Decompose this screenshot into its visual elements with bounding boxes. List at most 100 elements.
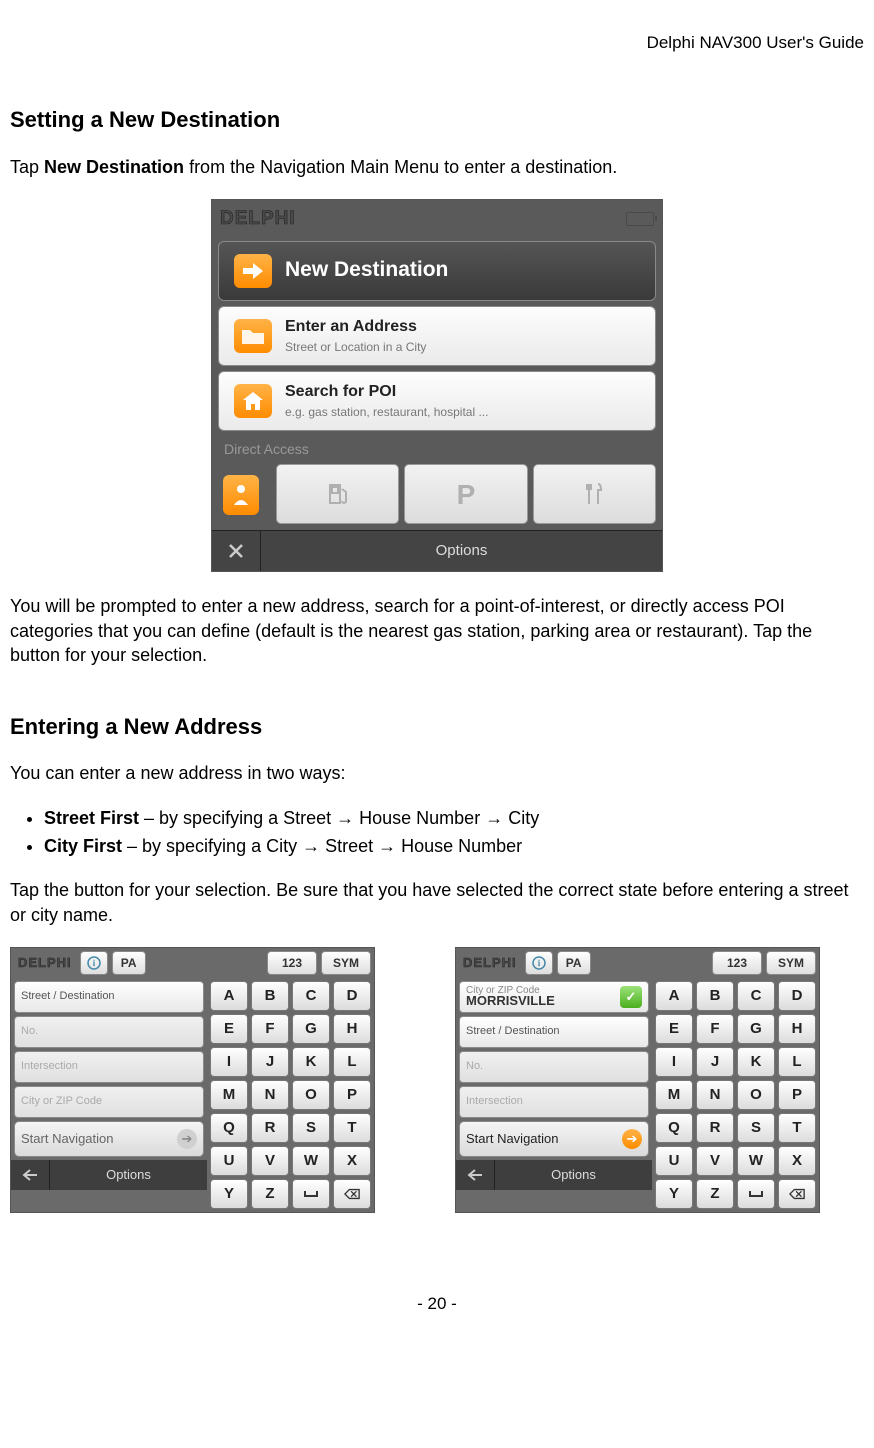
field-label: City or ZIP Code <box>466 984 540 998</box>
key-z[interactable]: Z <box>696 1179 734 1209</box>
key-z[interactable]: Z <box>251 1179 289 1209</box>
numbers-button[interactable]: 123 <box>712 951 762 975</box>
key-c[interactable]: C <box>737 981 775 1011</box>
key-d[interactable]: D <box>778 981 816 1011</box>
menu-label: New Destination <box>285 256 645 284</box>
field-city[interactable]: City or ZIP Code <box>14 1086 204 1118</box>
close-button[interactable] <box>212 531 261 571</box>
key-e[interactable]: E <box>210 1014 248 1044</box>
key-u[interactable]: U <box>655 1146 693 1176</box>
battery-icon <box>626 212 654 226</box>
key-f[interactable]: F <box>696 1014 734 1044</box>
back-button[interactable] <box>11 1160 50 1190</box>
key-r[interactable]: R <box>251 1113 289 1143</box>
p1-pre: Tap <box>10 157 44 177</box>
key-j[interactable]: J <box>696 1047 734 1077</box>
start-navigation-button[interactable]: Start Navigation ➔ <box>14 1121 204 1157</box>
direct-access-restaurant[interactable] <box>533 464 656 524</box>
field-intersection[interactable]: Intersection <box>14 1051 204 1083</box>
key-a[interactable]: A <box>210 981 248 1011</box>
key-g[interactable]: G <box>292 1014 330 1044</box>
field-number[interactable]: No. <box>14 1016 204 1048</box>
key-d[interactable]: D <box>333 981 371 1011</box>
key-b[interactable]: B <box>251 981 289 1011</box>
key-g[interactable]: G <box>737 1014 775 1044</box>
field-city-entered[interactable]: City or ZIP Code MORRISVILLE ✓ <box>459 981 649 1013</box>
key-p[interactable]: P <box>778 1080 816 1110</box>
cutlery-icon <box>581 481 607 507</box>
field-street[interactable]: Street / Destination <box>14 981 204 1013</box>
options-button[interactable]: Options <box>261 531 662 571</box>
key-backspace[interactable] <box>333 1179 371 1209</box>
key-t[interactable]: T <box>778 1113 816 1143</box>
key-w[interactable]: W <box>292 1146 330 1176</box>
key-p[interactable]: P <box>333 1080 371 1110</box>
key-o[interactable]: O <box>737 1080 775 1110</box>
start-navigation-button[interactable]: Start Navigation ➔ <box>459 1121 649 1157</box>
key-c[interactable]: C <box>292 981 330 1011</box>
key-l[interactable]: L <box>778 1047 816 1077</box>
key-x[interactable]: X <box>778 1146 816 1176</box>
direct-access-gas[interactable] <box>276 464 399 524</box>
field-street[interactable]: Street / Destination <box>459 1016 649 1048</box>
key-h[interactable]: H <box>333 1014 371 1044</box>
field-number[interactable]: No. <box>459 1051 649 1083</box>
key-backspace[interactable] <box>778 1179 816 1209</box>
key-s[interactable]: S <box>737 1113 775 1143</box>
key-w[interactable]: W <box>737 1146 775 1176</box>
key-n[interactable]: N <box>251 1080 289 1110</box>
menu-item-enter-address[interactable]: Enter an Address Street or Location in a… <box>218 306 656 366</box>
state-button[interactable]: PA <box>557 951 591 975</box>
key-q[interactable]: Q <box>210 1113 248 1143</box>
screenshot-new-destination: DELPHI New Destination Enter an Address … <box>211 199 663 573</box>
key-space[interactable] <box>737 1179 775 1209</box>
list-item: Street First – by specifying a Street → … <box>44 806 864 830</box>
key-h[interactable]: H <box>778 1014 816 1044</box>
key-space[interactable] <box>292 1179 330 1209</box>
info-button[interactable]: i <box>80 951 108 975</box>
key-o[interactable]: O <box>292 1080 330 1110</box>
back-arrow-icon <box>22 1169 38 1181</box>
key-m[interactable]: M <box>210 1080 248 1110</box>
key-r[interactable]: R <box>696 1113 734 1143</box>
symbols-button[interactable]: SYM <box>766 951 816 975</box>
menu-item-new-destination[interactable]: New Destination <box>218 241 656 301</box>
key-y[interactable]: Y <box>210 1179 248 1209</box>
key-k[interactable]: K <box>737 1047 775 1077</box>
info-button[interactable]: i <box>525 951 553 975</box>
key-k[interactable]: K <box>292 1047 330 1077</box>
symbols-button[interactable]: SYM <box>321 951 371 975</box>
key-u[interactable]: U <box>210 1146 248 1176</box>
key-a[interactable]: A <box>655 981 693 1011</box>
key-m[interactable]: M <box>655 1080 693 1110</box>
key-v[interactable]: V <box>251 1146 289 1176</box>
key-y[interactable]: Y <box>655 1179 693 1209</box>
menu-item-search-poi[interactable]: Search for POI e.g. gas station, restaur… <box>218 371 656 431</box>
numbers-button[interactable]: 123 <box>267 951 317 975</box>
key-e[interactable]: E <box>655 1014 693 1044</box>
arrow-circle-icon: ➔ <box>177 1129 197 1149</box>
back-button[interactable] <box>456 1160 495 1190</box>
key-i[interactable]: I <box>210 1047 248 1077</box>
state-button[interactable]: PA <box>112 951 146 975</box>
key-t[interactable]: T <box>333 1113 371 1143</box>
close-icon <box>228 543 244 559</box>
key-l[interactable]: L <box>333 1047 371 1077</box>
options-button[interactable]: Options <box>50 1160 207 1190</box>
key-s[interactable]: S <box>292 1113 330 1143</box>
options-button[interactable]: Options <box>495 1160 652 1190</box>
key-n[interactable]: N <box>696 1080 734 1110</box>
key-b[interactable]: B <box>696 981 734 1011</box>
menu-label: Search for POI <box>285 381 645 403</box>
key-f[interactable]: F <box>251 1014 289 1044</box>
key-v[interactable]: V <box>696 1146 734 1176</box>
menu-sublabel: e.g. gas station, restaurant, hospital .… <box>285 404 645 420</box>
field-intersection[interactable]: Intersection <box>459 1086 649 1118</box>
key-j[interactable]: J <box>251 1047 289 1077</box>
key-i[interactable]: I <box>655 1047 693 1077</box>
bullet-street-first: Street First <box>44 808 139 828</box>
key-x[interactable]: X <box>333 1146 371 1176</box>
direct-access-parking[interactable]: P <box>404 464 527 524</box>
heading-entering-new-address: Entering a New Address <box>10 712 864 742</box>
key-q[interactable]: Q <box>655 1113 693 1143</box>
